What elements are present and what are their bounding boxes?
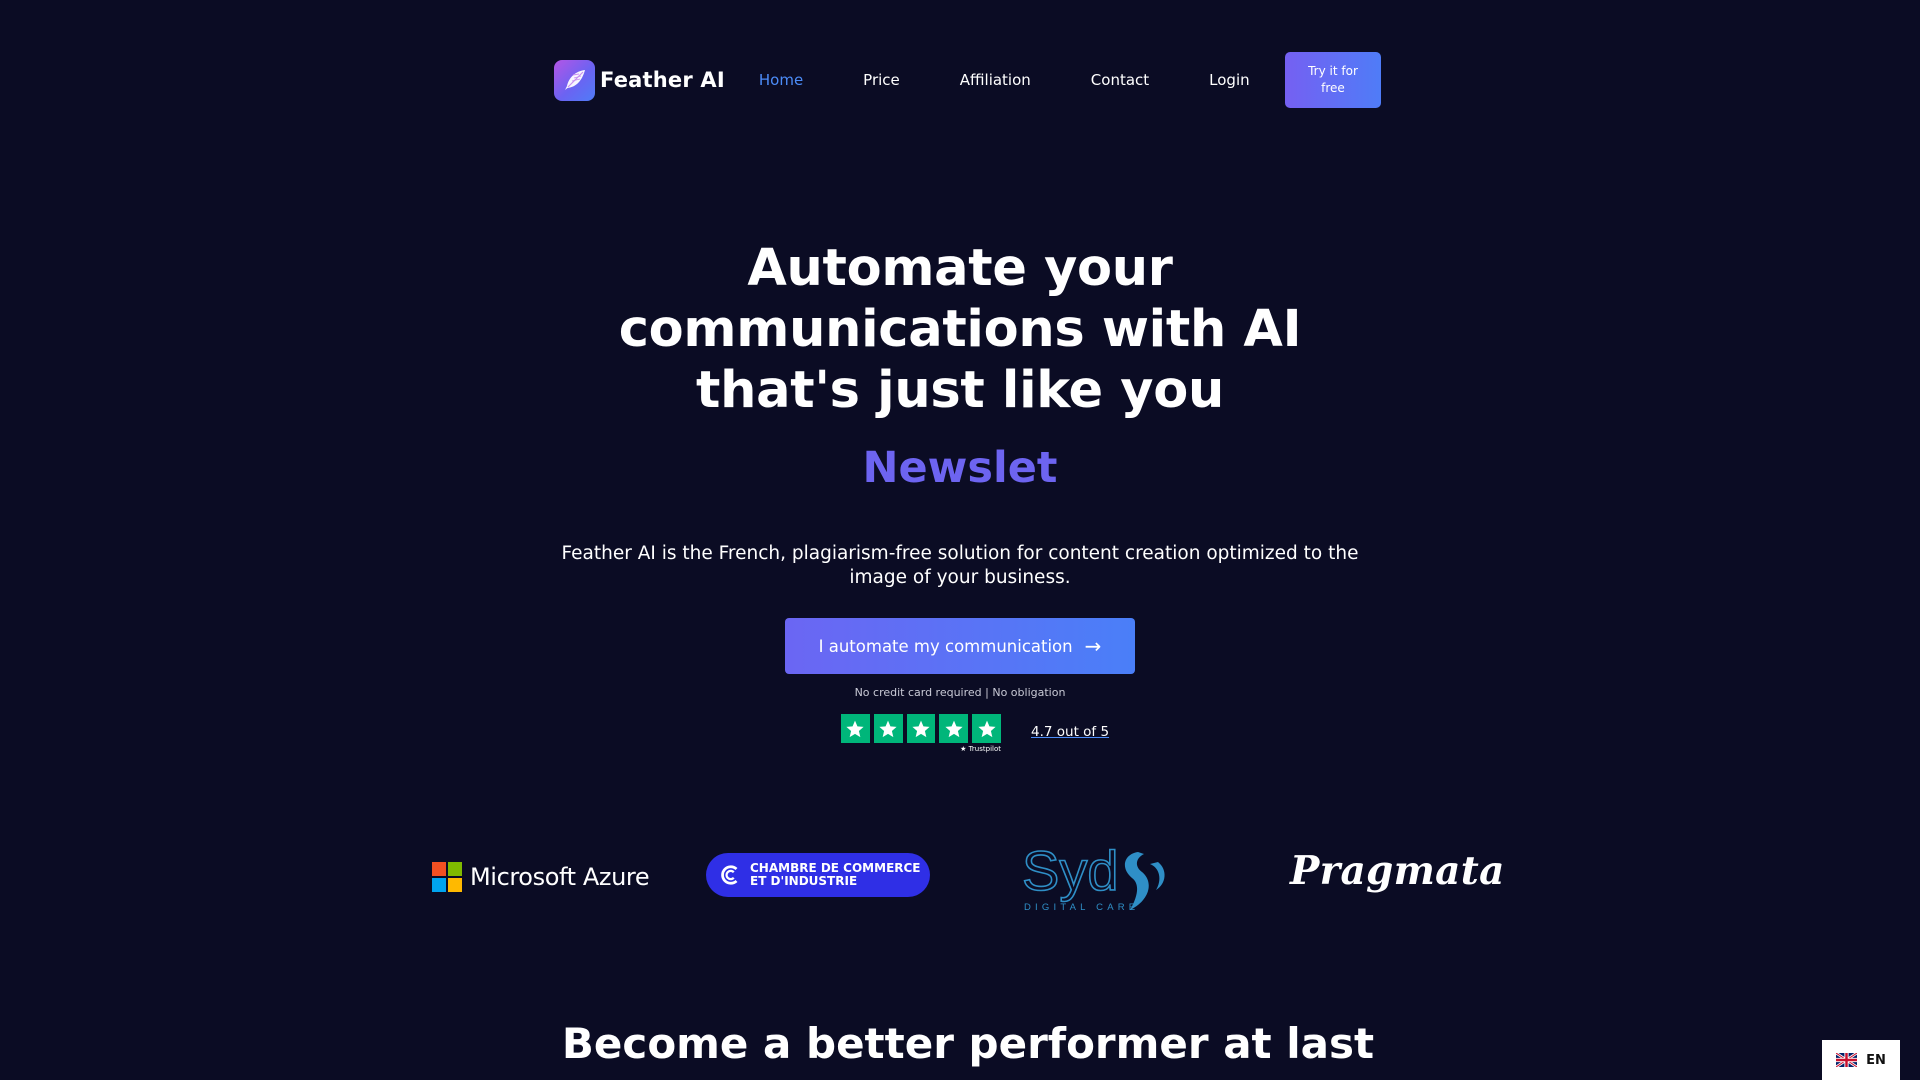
syd-wordmark: Syd: [1022, 839, 1119, 902]
nav-link-affiliation[interactable]: Affiliation: [960, 71, 1031, 89]
hero-description: Feather AI is the French, plagiarism-fre…: [561, 543, 1359, 588]
cci-text: CHAMBRE DE COMMERCE ET D'INDUSTRIE: [750, 862, 921, 888]
hero-typed-word: Newslet: [862, 443, 1058, 493]
nav-link-login[interactable]: Login: [1209, 71, 1249, 89]
arrow-right-icon: →: [1084, 634, 1102, 658]
cci-line-2: ET D'INDUSTRIE: [750, 874, 858, 888]
microsoft-azure-text: Microsoft Azure: [470, 863, 650, 891]
nav-link-home[interactable]: Home: [759, 71, 803, 89]
syd-digital-care-logo: Syd DIGITAL CARE: [1020, 838, 1180, 918]
landing-page: Feather AI Home Price Affiliation Contac…: [0, 0, 1920, 1080]
uk-flag-icon: [1836, 1053, 1858, 1067]
microsoft-azure-logo: Microsoft Azure: [432, 862, 650, 892]
trustpilot-stars: ★ Trustpilot: [841, 714, 1001, 754]
cci-logo: CHAMBRE DE COMMERCE ET D'INDUSTRIE: [706, 853, 930, 897]
language-switcher[interactable]: EN: [1822, 1040, 1900, 1080]
syd-tagline: DIGITAL CARE: [1024, 902, 1139, 913]
try-for-free-button[interactable]: Try it for free: [1285, 52, 1381, 108]
star-icon: [906, 714, 936, 743]
pragmata-logo: Pragmata: [1290, 848, 1505, 894]
nav-links: Home Price Affiliation Contact Login: [759, 71, 1250, 89]
star-icon: [873, 714, 903, 743]
cci-mark-icon: [721, 865, 738, 885]
section-title: Become a better performer at last: [561, 1019, 1375, 1068]
language-code: EN: [1866, 1052, 1886, 1068]
rating-score-link[interactable]: 4.7 out of 5: [1031, 724, 1109, 740]
automate-communication-label: I automate my communication: [818, 636, 1073, 656]
star-icon: [939, 714, 969, 743]
automate-communication-button[interactable]: I automate my communication →: [785, 618, 1135, 674]
feather-icon: [554, 59, 595, 101]
star-icon: [841, 714, 870, 743]
trustpilot-label: ★ Trustpilot: [960, 745, 1001, 753]
brand-name: Feather AI: [600, 68, 725, 92]
syd-mark-icon: Syd DIGITAL CARE: [1021, 838, 1165, 913]
brand-home-link[interactable]: Feather AI: [554, 59, 725, 101]
microsoft-windows-icon: [432, 862, 462, 892]
pragmata-text: Pragmata: [1290, 848, 1505, 894]
trustpilot-rating: ★ Trustpilot 4.7 out of 5: [841, 714, 1109, 754]
partner-logos: Microsoft Azure CHAMBRE DE COMMERCE ET D…: [0, 838, 1920, 918]
nav-link-price[interactable]: Price: [863, 71, 900, 89]
star-icon: [972, 714, 1001, 743]
top-navigation: Feather AI Home Price Affiliation Contac…: [554, 52, 1381, 108]
no-credit-card-note: No credit card required | No obligation: [854, 686, 1066, 699]
nav-link-contact[interactable]: Contact: [1091, 71, 1149, 89]
hero-title: Automate your communications with AI tha…: [618, 239, 1302, 420]
